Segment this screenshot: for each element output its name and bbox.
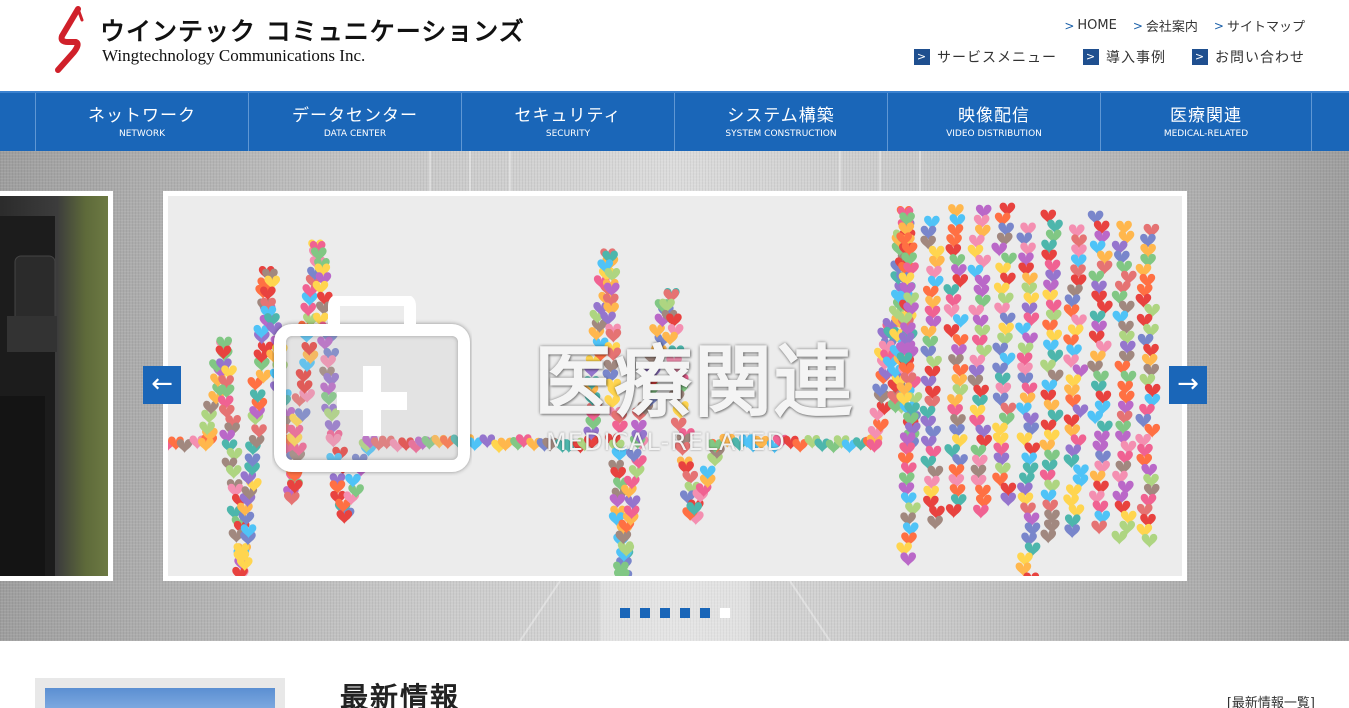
contact-label: お問い合わせ xyxy=(1215,50,1305,66)
home-link[interactable]: > HOME xyxy=(1064,16,1117,35)
nav-item-label: システム構築 xyxy=(727,106,835,126)
slider-dot-3[interactable] xyxy=(660,608,670,618)
service-menu-label: サービスメニュー xyxy=(937,50,1057,66)
slide-subtitle: MEDICAL-RELATED xyxy=(546,428,786,456)
logo-japanese-name: ウインテック コミュニケーションズ xyxy=(100,17,525,46)
slider-prev-button[interactable]: ← xyxy=(143,366,181,404)
nav-item-network[interactable]: ネットワーク NETWORK xyxy=(35,93,248,151)
utility-nav: > HOME > 会社案内 > サイトマップ xyxy=(1064,16,1305,35)
slide-title: 医療関連 xyxy=(534,338,855,428)
slider-dot-1[interactable] xyxy=(620,608,630,618)
camera-image xyxy=(0,196,108,576)
slider-dot-4[interactable] xyxy=(680,608,690,618)
home-link-label: HOME xyxy=(1077,18,1117,33)
square-arrow-icon: > xyxy=(1083,49,1099,65)
slider-pagination xyxy=(620,608,730,618)
case-studies-label: 導入事例 xyxy=(1106,50,1166,66)
nav-item-label: データセンター xyxy=(292,106,418,126)
slider-dot-5[interactable] xyxy=(700,608,710,618)
nav-item-label: 医療関連 xyxy=(1170,106,1242,126)
nav-item-sublabel: NETWORK xyxy=(118,129,166,139)
service-nav: > サービスメニュー > 導入事例 > お問い合わせ xyxy=(914,47,1305,67)
company-link-label: 会社案内 xyxy=(1145,20,1198,35)
nav-item-sublabel: MEDICAL-RELATED xyxy=(1163,129,1249,139)
sitemap-link-label: サイトマップ xyxy=(1226,20,1305,35)
case-studies-link[interactable]: > 導入事例 xyxy=(1083,47,1166,67)
square-arrow-icon: > xyxy=(914,49,930,65)
nav-item-security[interactable]: セキュリティ SECURITY xyxy=(461,93,674,151)
nav-item-video-distribution[interactable]: 映像配信 VIDEO DISTRIBUTION xyxy=(887,93,1100,151)
nav-item-label: 映像配信 xyxy=(958,106,1030,126)
nav-item-label: セキュリティ xyxy=(514,106,622,126)
nav-item-sublabel: VIDEO DISTRIBUTION xyxy=(946,129,1042,139)
logo-mark-icon xyxy=(55,6,84,73)
logo-english-name: Wingtechnology Communications Inc. xyxy=(102,46,366,65)
sitemap-link[interactable]: > サイトマップ xyxy=(1213,16,1305,36)
current-slide[interactable]: 医療関連 MEDICAL-RELATED xyxy=(163,191,1187,581)
arrow-right-icon: → xyxy=(1177,369,1199,399)
nav-item-medical-related[interactable]: 医療関連 MEDICAL-RELATED xyxy=(1100,93,1312,151)
news-heading: 最新情報 xyxy=(340,681,461,708)
chevron-right-icon: > xyxy=(1132,18,1143,33)
nav-item-sublabel: SYSTEM CONSTRUCTION xyxy=(725,129,837,139)
nav-item-label: ネットワーク xyxy=(88,106,196,126)
nav-item-system-construction[interactable]: システム構築 SYSTEM CONSTRUCTION xyxy=(674,93,887,151)
company-link[interactable]: > 会社案内 xyxy=(1132,16,1198,36)
nav-item-data-center[interactable]: データセンター DATA CENTER xyxy=(248,93,461,151)
slider-next-button[interactable]: → xyxy=(1169,366,1207,404)
medical-kit-icon xyxy=(274,296,470,472)
side-banner[interactable] xyxy=(35,678,285,708)
global-nav: ネットワーク NETWORK データセンター DATA CENTER セキュリテ… xyxy=(0,91,1349,151)
slider-dot-2[interactable] xyxy=(640,608,650,618)
arrow-left-icon: ← xyxy=(151,369,173,399)
nav-item-sublabel: DATA CENTER xyxy=(323,129,387,139)
chevron-right-icon: > xyxy=(1213,18,1224,33)
contact-link[interactable]: > お問い合わせ xyxy=(1192,47,1305,67)
news-list-link[interactable]: [最新情報一覧] xyxy=(1227,692,1315,708)
service-menu-link[interactable]: > サービスメニュー xyxy=(914,47,1057,67)
hero-slider: 医療関連 MEDICAL-RELATED ← → xyxy=(0,151,1349,641)
medical-slide-image: 医療関連 MEDICAL-RELATED xyxy=(168,196,1182,576)
slider-dot-6[interactable] xyxy=(720,608,730,618)
site-header: ウインテック コミュニケーションズ Wingtechnology Communi… xyxy=(0,0,1349,91)
previous-slide-preview[interactable] xyxy=(0,191,113,581)
nav-item-sublabel: SECURITY xyxy=(545,129,591,139)
site-logo[interactable]: ウインテック コミュニケーションズ Wingtechnology Communi… xyxy=(48,6,524,76)
square-arrow-icon: > xyxy=(1192,49,1208,65)
camera-graphic xyxy=(0,216,57,576)
chevron-right-icon: > xyxy=(1064,18,1075,33)
banner-image xyxy=(45,688,275,708)
